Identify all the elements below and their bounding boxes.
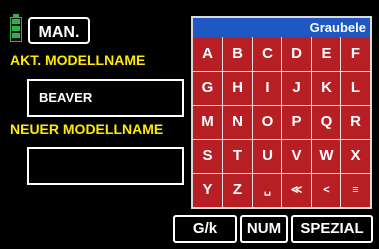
key-j[interactable]: J — [282, 71, 311, 105]
key-u[interactable]: U — [253, 139, 282, 173]
key-b[interactable]: B — [223, 37, 252, 71]
key-q[interactable]: Q — [312, 105, 341, 139]
key-i[interactable]: I — [253, 71, 282, 105]
key-grid: A B C D E F G H I J K L M N O P Q R S T … — [193, 37, 370, 207]
key-y[interactable]: Y — [193, 173, 222, 207]
key-n[interactable]: N — [223, 105, 252, 139]
character-keyboard: Graubele A B C D E F G H I J K L M N O P… — [191, 16, 372, 209]
key-r[interactable]: R — [341, 105, 370, 139]
space-key[interactable]: ␣ — [253, 173, 282, 207]
new-model-name-input[interactable] — [27, 147, 184, 185]
current-model-name-field: BEAVER — [27, 79, 184, 117]
enter-key[interactable]: ≡ — [341, 173, 370, 207]
key-e[interactable]: E — [312, 37, 341, 71]
key-c[interactable]: C — [253, 37, 282, 71]
keyboard-header: Graubele — [193, 18, 370, 37]
key-t[interactable]: T — [223, 139, 252, 173]
new-model-name-label: NEUER MODELLNAME — [10, 121, 164, 137]
key-m[interactable]: M — [193, 105, 222, 139]
backspace-key[interactable]: < — [312, 173, 341, 207]
key-v[interactable]: V — [282, 139, 311, 173]
key-d[interactable]: D — [282, 37, 311, 71]
current-model-name-label: AKT. MODELLNAME — [10, 52, 146, 68]
key-o[interactable]: O — [253, 105, 282, 139]
key-x[interactable]: X — [341, 139, 370, 173]
key-p[interactable]: P — [282, 105, 311, 139]
battery-icon — [10, 14, 22, 42]
key-k[interactable]: K — [312, 71, 341, 105]
key-w[interactable]: W — [312, 139, 341, 173]
key-z[interactable]: Z — [223, 173, 252, 207]
key-a[interactable]: A — [193, 37, 222, 71]
screen: MAN. AKT. MODELLNAME BEAVER NEUER MODELL… — [0, 0, 379, 249]
delete-all-left-key[interactable]: ≪ — [282, 173, 311, 207]
key-f[interactable]: F — [341, 37, 370, 71]
key-l[interactable]: L — [341, 71, 370, 105]
key-h[interactable]: H — [223, 71, 252, 105]
key-g[interactable]: G — [193, 71, 222, 105]
special-chars-button[interactable]: SPEZIAL — [291, 215, 373, 243]
numeric-button[interactable]: NUM — [240, 215, 288, 243]
key-s[interactable]: S — [193, 139, 222, 173]
case-toggle-button[interactable]: G/k — [173, 215, 237, 243]
manual-mode-button[interactable]: MAN. — [28, 17, 90, 44]
